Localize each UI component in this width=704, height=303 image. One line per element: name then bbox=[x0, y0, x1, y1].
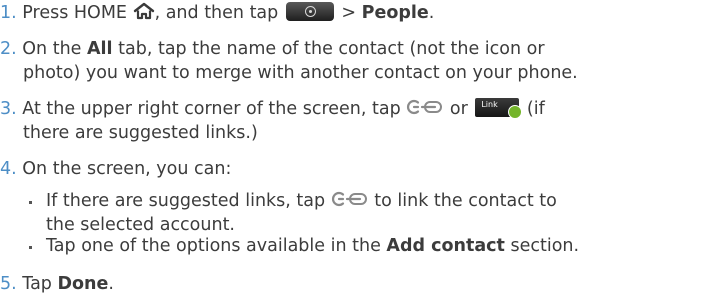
step-text: (if bbox=[526, 99, 545, 119]
step-text: Press HOME bbox=[22, 3, 127, 23]
bullet-text: If there are suggested links, tap bbox=[46, 191, 326, 211]
step-text: On the bbox=[22, 39, 82, 59]
home-icon bbox=[133, 2, 154, 20]
step-text: > bbox=[341, 3, 357, 23]
step-number: 1. bbox=[0, 3, 17, 23]
link-button-label: Link bbox=[481, 99, 498, 109]
bullet-item: If there are suggested links, tap to lin… bbox=[46, 189, 557, 213]
step-text: tab, tap the name of the contact (not th… bbox=[118, 39, 545, 59]
link-contacts-icon bbox=[331, 191, 367, 207]
bullet-text: Tap one of the options available in the bbox=[46, 236, 381, 256]
add-contact-label: Add contact bbox=[386, 236, 505, 256]
bullet-item: Tap one of the options available in the … bbox=[46, 234, 579, 258]
suggested-links-button-icon: Link bbox=[475, 97, 523, 119]
instruction-document: 1. Press HOME , and then tap > People. 2… bbox=[0, 0, 704, 303]
step-5: 5. Tap Done. bbox=[0, 272, 114, 296]
bullet-marker bbox=[29, 201, 32, 204]
step-4: 4. On the screen, you can: bbox=[0, 157, 231, 181]
bullet-marker bbox=[29, 246, 32, 249]
all-tab-label: All bbox=[87, 39, 113, 59]
step-text: . bbox=[108, 274, 114, 294]
step-text: . bbox=[428, 3, 435, 23]
all-apps-button-icon bbox=[285, 1, 334, 21]
step-text: Tap bbox=[22, 274, 52, 294]
step-3: 3. At the upper right corner of the scre… bbox=[0, 97, 545, 121]
step-text: photo) you want to merge with another co… bbox=[23, 63, 578, 83]
step-2: 2. On the All tab, tap the name of the c… bbox=[0, 37, 545, 61]
done-label: Done bbox=[57, 274, 109, 294]
people-label: People bbox=[361, 3, 429, 23]
step-2-line-2: photo) you want to merge with another co… bbox=[23, 61, 578, 85]
step-text: , and then tap bbox=[154, 3, 279, 23]
step-text: At the upper right corner of the screen,… bbox=[22, 99, 401, 119]
step-1: 1. Press HOME , and then tap > People. bbox=[0, 1, 434, 25]
bullet-text: to link the contact to bbox=[374, 191, 557, 211]
step-text: or bbox=[449, 99, 468, 119]
link-contacts-icon bbox=[407, 99, 443, 115]
step-text: there are suggested links.) bbox=[23, 123, 258, 143]
bullet-text: section. bbox=[510, 236, 580, 256]
step-number: 4. bbox=[0, 159, 17, 179]
step-number: 5. bbox=[0, 274, 17, 294]
step-3-line-2: there are suggested links.) bbox=[23, 121, 258, 145]
step-number: 3. bbox=[0, 99, 17, 119]
step-text: On the screen, you can: bbox=[22, 159, 232, 179]
step-number: 2. bbox=[0, 39, 17, 59]
bullet-text: the selected account. bbox=[46, 215, 235, 235]
